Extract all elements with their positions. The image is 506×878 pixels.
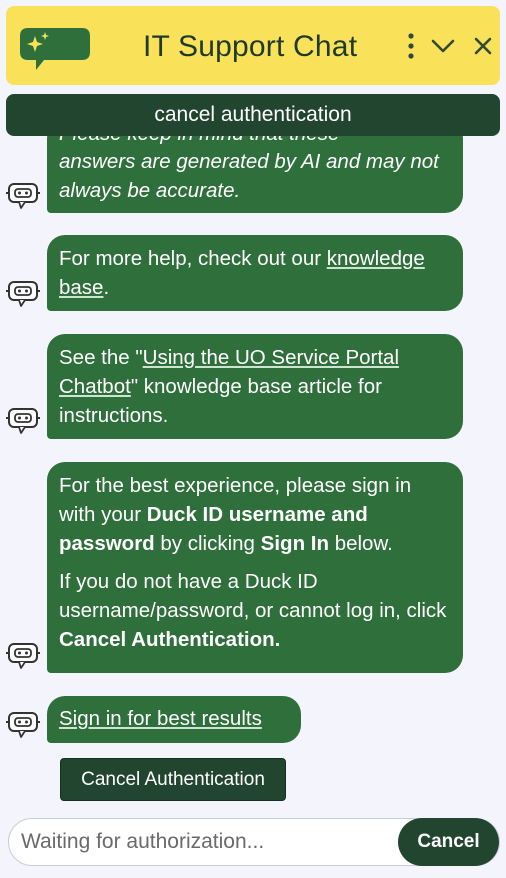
message-text: . xyxy=(103,276,110,299)
bot-message: Sign in for best results xyxy=(47,696,301,743)
message-input[interactable] xyxy=(21,819,391,865)
cancel-button[interactable]: Cancel xyxy=(398,818,499,866)
chevron-down-icon[interactable] xyxy=(428,6,458,85)
message-bold-text: Cancel Authentication. xyxy=(59,628,281,651)
chat-header: IT Support Chat xyxy=(6,6,500,85)
message-text: below. xyxy=(329,532,393,555)
bot-message: Please keep in mind that these answers a… xyxy=(47,136,463,213)
bot-avatar-icon xyxy=(6,183,40,209)
bot-avatar-icon xyxy=(6,643,40,669)
message-text: by clicking xyxy=(154,532,261,555)
cancel-authentication-button[interactable]: Cancel Authentication xyxy=(60,758,286,801)
message-bold-text: Sign In xyxy=(260,532,329,555)
chat-sparkle-icon xyxy=(20,28,90,70)
bot-message: For the best experience, please sign in … xyxy=(47,462,463,673)
close-icon[interactable] xyxy=(469,6,497,85)
message-text: For more help, check out our xyxy=(59,247,327,270)
message-composer: Cancel xyxy=(8,818,500,866)
message-text: See the " xyxy=(59,346,143,369)
chat-title: IT Support Chat xyxy=(143,30,358,63)
message-text: If you do not have a Duck ID username/pa… xyxy=(59,570,447,622)
message-paragraph: For the best experience, please sign in … xyxy=(59,471,451,558)
message-text: answers are generated by AI and may not … xyxy=(59,150,439,202)
message-list: Please keep in mind that these answers a… xyxy=(0,136,506,808)
message-paragraph: If you do not have a Duck ID username/pa… xyxy=(59,567,451,654)
bot-message: For more help, check out our knowledge b… xyxy=(47,235,463,311)
bot-avatar-icon xyxy=(6,712,40,738)
bot-avatar-icon xyxy=(6,281,40,307)
sign-in-link[interactable]: Sign in for best results xyxy=(59,707,262,730)
bot-avatar-icon xyxy=(6,408,40,434)
message-partial-line: Please keep in mind that these xyxy=(59,136,451,147)
kebab-menu-icon[interactable] xyxy=(398,6,424,85)
cancel-authentication-banner[interactable]: cancel authentication xyxy=(6,94,500,136)
bot-message: See the "Using the UO Service Portal Cha… xyxy=(47,334,463,439)
